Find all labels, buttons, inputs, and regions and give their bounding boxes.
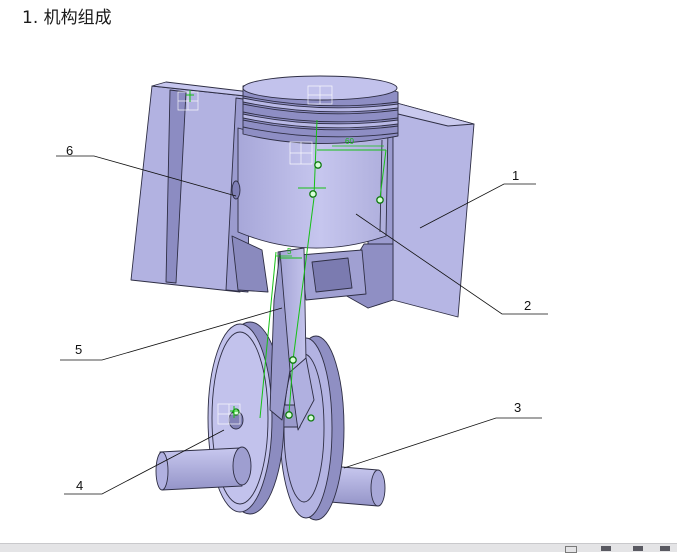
callout-3: 3 <box>343 400 542 469</box>
svg-text:6: 6 <box>66 143 73 158</box>
toolbar-fill-icon-3[interactable] <box>660 546 670 551</box>
joint-marker-disc <box>307 414 315 422</box>
svg-text:1: 1 <box>512 168 519 183</box>
joint-marker-rod <box>289 356 297 364</box>
dimension-d1: 60 <box>345 137 354 146</box>
joint-marker-piston-side <box>376 196 384 204</box>
svg-text:3: 3 <box>514 400 521 415</box>
crankshaft <box>155 321 386 521</box>
svg-text:5: 5 <box>75 342 82 357</box>
toolbar-fill-icon[interactable] <box>601 546 611 551</box>
dimension-d2: 5 <box>287 247 292 256</box>
svg-text:2: 2 <box>524 298 531 313</box>
joint-marker-crank <box>285 411 293 419</box>
toolbar-square-icon[interactable] <box>565 546 577 553</box>
joint-marker-piston-top <box>314 161 322 169</box>
mechanism-diagram: 60 5 1 2 3 4 5 6 <box>56 75 548 521</box>
joint-marker-pin <box>309 190 317 198</box>
toolbar-fill-icon-2[interactable] <box>633 546 643 551</box>
svg-text:4: 4 <box>76 478 83 493</box>
